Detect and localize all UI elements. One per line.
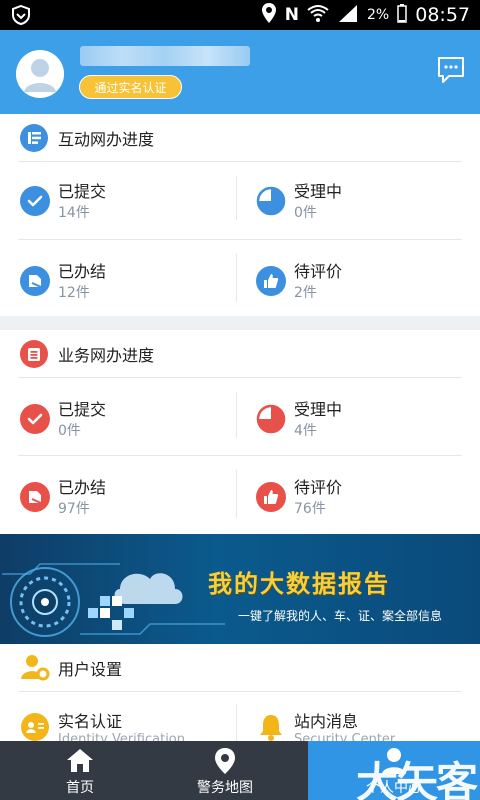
interactive-progress-section: 互动网办进度 已提交 14件 受理中 0件 已办结 12件 待评价 2件 bbox=[0, 114, 480, 316]
section-header: 业务网办进度 bbox=[0, 330, 480, 376]
check-icon bbox=[20, 404, 50, 434]
big-data-report-banner[interactable]: 我的大数据报告 一键了解我的人、车、证、案全部信息 bbox=[0, 534, 480, 644]
watermark-logo: 大矢客 bbox=[355, 758, 478, 800]
bottom-nav: 首页 警务地图 个人中心 大矢客 bbox=[0, 741, 480, 800]
banner-title: 我的大数据报告 bbox=[208, 569, 390, 598]
status-bar: N 2% 08:57 bbox=[0, 0, 480, 30]
check-icon bbox=[20, 186, 50, 216]
map-pin-icon bbox=[214, 747, 236, 779]
section-title: 互动网办进度 bbox=[58, 130, 155, 149]
battery-icon bbox=[397, 3, 407, 28]
business-progress-section: 业务网办进度 已提交 0件 受理中 4件 已办结 97件 待评价 76件 bbox=[0, 330, 480, 534]
processing-cell[interactable]: 受理中 0件 bbox=[256, 176, 476, 236]
clock: 08:57 bbox=[415, 4, 470, 26]
profile-header: ████████████ 通过实名认证 bbox=[0, 30, 480, 114]
nfc-status-icon: N bbox=[284, 5, 300, 25]
pie-icon bbox=[256, 186, 286, 216]
wifi-status-icon bbox=[307, 4, 329, 27]
location-status-icon bbox=[261, 2, 277, 29]
section-title: 用户设置 bbox=[58, 660, 123, 679]
verified-badge: 通过实名认证 bbox=[79, 75, 182, 99]
done-icon bbox=[20, 482, 50, 512]
pie-icon bbox=[256, 404, 286, 434]
battery-percent: 2% bbox=[367, 7, 390, 23]
tab-home[interactable]: 首页 bbox=[0, 741, 160, 800]
list-icon bbox=[20, 340, 48, 368]
user-gear-icon bbox=[20, 652, 50, 681]
pending-review-cell[interactable]: 待评价 2件 bbox=[256, 256, 476, 316]
tab-police-map[interactable]: 警务地图 bbox=[145, 741, 305, 800]
submitted-cell[interactable]: 已提交 14件 bbox=[20, 176, 240, 236]
home-icon bbox=[65, 747, 95, 777]
pending-review-cell[interactable]: 待评价 76件 bbox=[256, 472, 476, 532]
section-header: 互动网办进度 bbox=[0, 114, 480, 160]
processing-cell[interactable]: 受理中 4件 bbox=[256, 394, 476, 454]
thumbs-up-icon bbox=[256, 482, 286, 512]
thumbs-up-icon bbox=[256, 266, 286, 296]
section-title: 业务网办进度 bbox=[58, 346, 155, 365]
submitted-cell[interactable]: 已提交 0件 bbox=[20, 394, 240, 454]
shield-status-icon bbox=[10, 4, 32, 30]
username: ████████████ bbox=[80, 46, 250, 66]
avatar[interactable] bbox=[16, 50, 64, 98]
section-header: 用户设置 bbox=[0, 644, 480, 690]
user-settings-section: 用户设置 实名认证 Identity Verification 站内消息 Sec… bbox=[0, 644, 480, 747]
chat-bubble-icon bbox=[438, 57, 464, 83]
list-icon bbox=[20, 124, 48, 152]
done-icon bbox=[20, 266, 50, 296]
tab-personal-center[interactable]: 个人中心 大矢客 bbox=[308, 741, 480, 800]
message-button[interactable] bbox=[436, 56, 466, 84]
completed-cell[interactable]: 已办结 97件 bbox=[20, 472, 240, 532]
tech-graphic-icon bbox=[2, 563, 225, 637]
bell-icon bbox=[256, 712, 286, 742]
banner-subtitle: 一键了解我的人、车、证、案全部信息 bbox=[238, 609, 443, 623]
id-card-icon bbox=[20, 712, 50, 742]
signal-status-icon bbox=[337, 3, 359, 28]
completed-cell[interactable]: 已办结 12件 bbox=[20, 256, 240, 316]
